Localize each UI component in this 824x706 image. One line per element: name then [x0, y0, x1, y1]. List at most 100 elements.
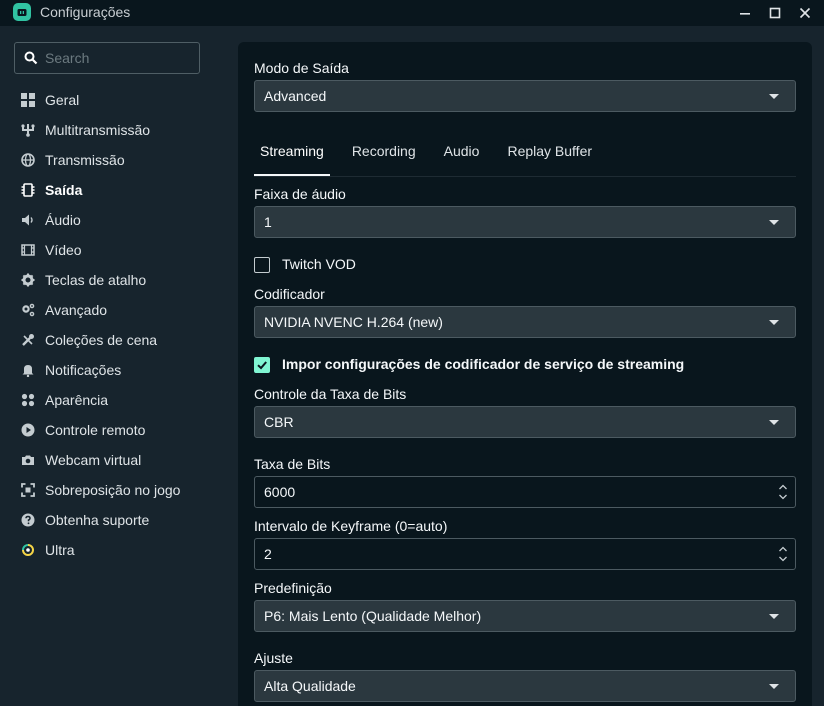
tab-audio[interactable]: Audio — [438, 134, 486, 176]
ultra-icon — [20, 542, 36, 558]
sidebar-item-label: Aparência — [45, 392, 109, 408]
speaker-icon — [20, 212, 36, 228]
rate-control-select[interactable]: CBR — [254, 406, 796, 438]
camera-icon — [20, 452, 36, 468]
sidebar-item-notificacoes[interactable]: Notificações — [0, 355, 228, 385]
window-title: Configurações — [40, 4, 131, 20]
sidebar-item-webcam-virtual[interactable]: Webcam virtual — [0, 445, 228, 475]
encoder-label: Codificador — [254, 286, 325, 302]
preset-select[interactable]: P6: Mais Lento (Qualidade Melhor) — [254, 600, 796, 632]
keyframe-input[interactable]: 2 — [254, 538, 796, 570]
sidebar-item-label: Coleções de cena — [45, 332, 158, 348]
gear-icon — [20, 272, 36, 288]
sidebar-item-transmissao[interactable]: Transmissão — [0, 145, 228, 175]
sidebar-item-label: Sobreposição no jogo — [45, 482, 181, 498]
audio-track-label: Faixa de áudio — [254, 186, 346, 202]
chevron-down-icon — [769, 684, 779, 689]
gears-icon — [20, 302, 36, 318]
search-input[interactable] — [45, 43, 195, 73]
enforce-settings-label: Impor configurações de codificador de se… — [282, 356, 685, 372]
rate-control-value: CBR — [264, 414, 294, 430]
bitrate-value: 6000 — [264, 484, 296, 500]
search-icon — [24, 51, 38, 65]
multistream-icon — [20, 122, 36, 138]
twitch-vod-checkbox[interactable] — [254, 257, 270, 273]
sidebar-item-label: Geral — [45, 92, 80, 108]
preset-label: Predefinição — [254, 580, 332, 596]
film-icon — [20, 242, 36, 258]
sidebar-item-sobreposicao-no-jogo[interactable]: Sobreposição no jogo — [0, 475, 228, 505]
scrollbar-track[interactable] — [812, 26, 824, 706]
spinner-arrows-icon[interactable] — [778, 545, 788, 563]
tab-recording[interactable]: Recording — [346, 134, 422, 176]
preset-value: P6: Mais Lento (Qualidade Melhor) — [264, 608, 482, 624]
twitch-vod-label: Twitch VOD — [282, 256, 356, 272]
globe-icon — [20, 152, 36, 168]
grid-icon — [20, 92, 36, 108]
sidebar-item-label: Ultra — [45, 542, 75, 558]
encoder-select[interactable]: NVIDIA NVENC H.264 (new) — [254, 306, 796, 338]
sidebar-item-label: Áudio — [45, 212, 81, 228]
title-bar: Configurações — [0, 0, 824, 26]
chevron-down-icon — [769, 420, 779, 425]
sidebar-item-colecoes-de-cena[interactable]: Coleções de cena — [0, 325, 228, 355]
help-icon — [20, 512, 36, 528]
audio-track-value: 1 — [264, 214, 272, 230]
audio-track-select[interactable]: 1 — [254, 206, 796, 238]
rate-control-label: Controle da Taxa de Bits — [254, 386, 407, 402]
sidebar-item-label: Multitransmissão — [45, 122, 151, 138]
sidebar-item-label: Transmissão — [45, 152, 125, 168]
sidebar-item-multitransmissao[interactable]: Multitransmissão — [0, 115, 228, 145]
maximize-button[interactable] — [760, 0, 790, 26]
sidebar-item-label: Controle remoto — [45, 422, 146, 438]
tuning-select[interactable]: Alta Qualidade — [254, 670, 796, 702]
sidebar-item-controle-remoto[interactable]: Controle remoto — [0, 415, 228, 445]
keyframe-value: 2 — [264, 546, 272, 562]
bitrate-input[interactable]: 6000 — [254, 476, 796, 508]
tuning-label: Ajuste — [254, 650, 293, 666]
sidebar-item-label: Notificações — [45, 362, 122, 378]
sidebar-item-obtenha-suporte[interactable]: Obtenha suporte — [0, 505, 228, 535]
sidebar-item-saida[interactable]: Saída — [0, 175, 228, 205]
sidebar-item-label: Vídeo — [45, 242, 82, 258]
settings-panel: Modo de Saída Advanced Streaming Recordi… — [238, 42, 812, 706]
sidebar-item-label: Webcam virtual — [45, 452, 142, 468]
bitrate-label: Taxa de Bits — [254, 456, 331, 472]
search-box[interactable] — [14, 42, 200, 74]
output-tabs: Streaming Recording Audio Replay Buffer — [254, 134, 614, 176]
sidebar-item-aparencia[interactable]: Aparência — [0, 385, 228, 415]
sidebar-item-ultra[interactable]: Ultra — [0, 535, 228, 565]
chevron-down-icon — [769, 94, 779, 99]
output-mode-select[interactable]: Advanced — [254, 80, 796, 112]
sidebar-item-geral[interactable]: Geral — [0, 85, 228, 115]
bell-icon — [20, 362, 36, 378]
app-logo-icon — [13, 3, 31, 21]
sidebar-item-audio[interactable]: Áudio — [0, 205, 228, 235]
checkmark-icon — [257, 361, 267, 370]
tab-replay-buffer[interactable]: Replay Buffer — [501, 134, 598, 176]
sidebar-item-video[interactable]: Vídeo — [0, 235, 228, 265]
output-mode-label: Modo de Saída — [254, 60, 349, 76]
overlay-icon — [20, 482, 36, 498]
enforce-settings-checkbox[interactable] — [254, 357, 270, 373]
spinner-arrows-icon[interactable] — [778, 483, 788, 501]
maximize-icon — [769, 7, 781, 19]
keyframe-label: Intervalo de Keyframe (0=auto) — [254, 518, 448, 534]
sidebar-item-label: Teclas de atalho — [45, 272, 147, 288]
sidebar-nav: Geral Multitransmissão Transmissão Saída… — [0, 85, 228, 565]
tabs-divider — [254, 176, 796, 177]
chip-icon — [20, 182, 36, 198]
chevron-down-icon — [769, 614, 779, 619]
output-mode-value: Advanced — [264, 88, 327, 104]
close-icon — [799, 7, 811, 19]
sidebar-item-teclas-de-atalho[interactable]: Teclas de atalho — [0, 265, 228, 295]
sidebar-item-label: Saída — [45, 182, 83, 198]
sidebar-item-avancado[interactable]: Avançado — [0, 295, 228, 325]
minimize-icon — [740, 13, 750, 15]
sidebar-item-label: Avançado — [45, 302, 108, 318]
play-circle-icon — [20, 422, 36, 438]
tuning-value: Alta Qualidade — [264, 678, 356, 694]
minimize-button[interactable] — [730, 0, 760, 26]
close-button[interactable] — [790, 0, 820, 26]
tab-streaming[interactable]: Streaming — [254, 134, 330, 176]
